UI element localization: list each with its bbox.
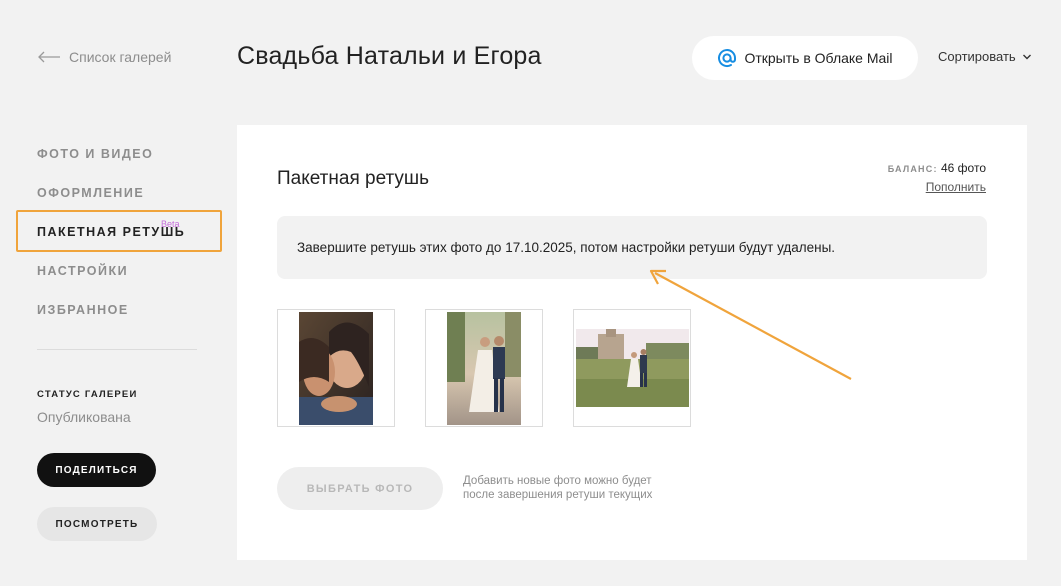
sort-label: Сортировать — [938, 49, 1016, 64]
photo-thumbnail[interactable] — [573, 309, 691, 427]
balance-label: БАЛАНС: — [887, 164, 938, 174]
sidebar-item-label: НАСТРОЙКИ — [37, 264, 129, 278]
sidebar-item-batch-retouch[interactable]: ПАКЕТНАЯ РЕТУШЬ Beta — [37, 219, 185, 264]
arrow-left-icon — [38, 51, 60, 63]
photo-thumbnail[interactable] — [277, 309, 395, 427]
share-button[interactable]: ПОДЕЛИТЬСЯ — [37, 453, 156, 487]
couple-walking-photo — [447, 311, 521, 425]
open-in-cloud-button[interactable]: Открыть в Облаке Mail — [692, 36, 918, 80]
balance-info: БАЛАНС: 46 фото — [888, 161, 986, 175]
select-photos-button[interactable]: ВЫБРАТЬ ФОТО — [277, 467, 443, 510]
couple-closeup-photo — [299, 311, 373, 425]
top-up-link[interactable]: Пополнить — [926, 180, 986, 194]
notice-text: Завершите ретушь этих фото до 17.10.2025… — [297, 240, 836, 255]
gallery-status-label: СТАТУС ГАЛЕРЕИ — [37, 389, 138, 400]
batch-retouch-panel: Пакетная ретушь БАЛАНС: 46 фото Пополнит… — [237, 125, 1027, 560]
select-photos-hint: Добавить новые фото можно будет после за… — [463, 475, 653, 501]
sidebar-item-photo-video[interactable]: ФОТО И ВИДЕО — [37, 147, 185, 186]
back-to-galleries-link[interactable]: Список галерей — [37, 48, 171, 66]
sidebar-nav: ФОТО И ВИДЕО ОФОРМЛЕНИЕ ПАКЕТНАЯ РЕТУШЬ … — [37, 147, 185, 342]
view-button[interactable]: ПОСМОТРЕТЬ — [37, 507, 157, 541]
sidebar-item-label: ФОТО И ВИДЕО — [37, 147, 154, 161]
back-link-label: Список галерей — [69, 49, 172, 65]
open-in-cloud-label: Открыть в Облаке Mail — [744, 50, 893, 66]
mail-at-icon — [718, 49, 737, 68]
chevron-down-icon — [1022, 54, 1031, 59]
retouch-deadline-notice: Завершите ретушь этих фото до 17.10.2025… — [277, 216, 987, 279]
panel-title: Пакетная ретушь — [277, 168, 430, 189]
beta-badge: Beta — [161, 219, 180, 229]
sidebar-item-label: ИЗБРАННОЕ — [37, 303, 129, 317]
balance-value: 46 фото — [941, 161, 986, 175]
sidebar-item-label: ОФОРМЛЕНИЕ — [37, 186, 145, 200]
sidebar-item-settings[interactable]: НАСТРОЙКИ — [37, 264, 185, 303]
page-title: Свадьба Натальи и Егора — [237, 42, 542, 70]
sidebar-item-favorites[interactable]: ИЗБРАННОЕ — [37, 303, 185, 342]
sidebar-divider — [37, 349, 197, 350]
sort-dropdown[interactable]: Сортировать — [938, 49, 1032, 64]
photo-thumbnail[interactable] — [425, 309, 543, 427]
couple-field-photo — [575, 329, 689, 407]
gallery-status-value: Опубликована — [37, 409, 131, 425]
